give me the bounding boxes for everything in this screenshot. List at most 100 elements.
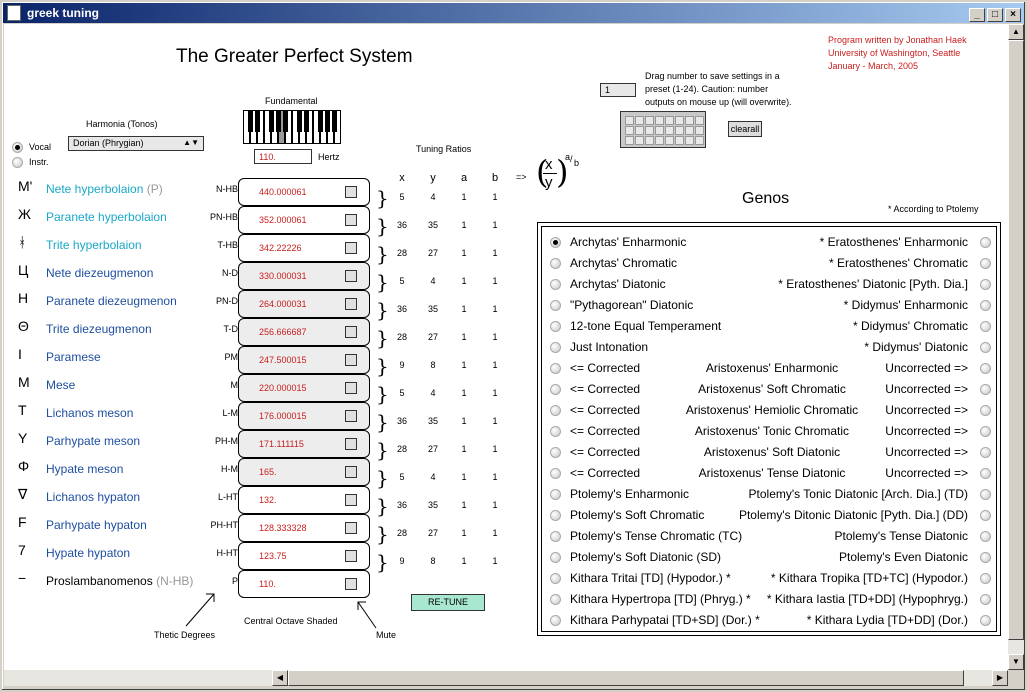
ratio-value[interactable]: 1 <box>454 388 474 398</box>
genos-radio-left[interactable] <box>550 237 561 248</box>
clearall-button[interactable]: clearall <box>728 121 762 137</box>
preset-grid[interactable] <box>620 111 706 148</box>
piano-keyboard[interactable] <box>243 110 341 144</box>
ratio-value[interactable]: 1 <box>485 500 505 510</box>
vertical-scrollbar[interactable]: ▲ ▼ <box>1008 24 1024 670</box>
fundamental-input[interactable]: 110. <box>254 149 312 164</box>
ratio-value[interactable]: 4 <box>423 192 443 202</box>
genos-radio-left[interactable] <box>550 468 561 479</box>
piano-black-key[interactable] <box>248 110 253 132</box>
preset-cell[interactable] <box>675 116 684 125</box>
preset-cell[interactable] <box>675 136 684 145</box>
genos-radio-left[interactable] <box>550 615 561 626</box>
ratio-value[interactable]: 4 <box>423 388 443 398</box>
ratio-value[interactable]: 4 <box>423 472 443 482</box>
piano-black-key[interactable] <box>269 110 274 132</box>
ratio-value[interactable]: 1 <box>485 276 505 286</box>
ratio-value[interactable]: 28 <box>392 444 412 454</box>
ratio-value[interactable]: 1 <box>454 192 474 202</box>
genos-radio-left[interactable] <box>550 489 561 500</box>
ratio-value[interactable]: 27 <box>423 528 443 538</box>
genos-radio-right[interactable] <box>980 552 991 563</box>
preset-cell[interactable] <box>625 126 634 135</box>
genos-radio-left[interactable] <box>550 447 561 458</box>
preset-cell[interactable] <box>635 126 644 135</box>
piano-black-key[interactable] <box>332 110 337 132</box>
preset-cell[interactable] <box>665 116 674 125</box>
ratio-value[interactable]: 36 <box>392 220 412 230</box>
horizontal-scroll-thumb[interactable] <box>288 670 964 686</box>
preset-cell[interactable] <box>645 126 654 135</box>
ratio-value[interactable]: 1 <box>485 332 505 342</box>
genos-radio-left[interactable] <box>550 258 561 269</box>
preset-cell[interactable] <box>695 126 704 135</box>
genos-radio-right[interactable] <box>980 447 991 458</box>
genos-radio-right[interactable] <box>980 594 991 605</box>
ratio-value[interactable]: 5 <box>392 192 412 202</box>
ratio-value[interactable]: 27 <box>423 444 443 454</box>
genos-radio-right[interactable] <box>980 426 991 437</box>
piano-black-key[interactable] <box>304 110 309 132</box>
ratio-value[interactable]: 1 <box>454 444 474 454</box>
ratio-value[interactable]: 1 <box>485 220 505 230</box>
instr-radio[interactable] <box>12 157 23 168</box>
ratio-value[interactable]: 5 <box>392 472 412 482</box>
ratio-value[interactable]: 1 <box>454 416 474 426</box>
piano-black-key[interactable] <box>325 110 330 132</box>
scroll-up-button[interactable]: ▲ <box>1008 24 1024 40</box>
ratio-value[interactable]: 1 <box>454 332 474 342</box>
ratio-value[interactable]: 27 <box>423 248 443 258</box>
genos-radio-left[interactable] <box>550 552 561 563</box>
ratio-value[interactable]: 1 <box>485 556 505 566</box>
genos-radio-right[interactable] <box>980 258 991 269</box>
ratio-value[interactable]: 1 <box>454 528 474 538</box>
ratio-value[interactable]: 1 <box>485 416 505 426</box>
ratio-value[interactable]: 28 <box>392 528 412 538</box>
ratio-value[interactable]: 8 <box>423 360 443 370</box>
genos-radio-left[interactable] <box>550 300 561 311</box>
ratio-value[interactable]: 9 <box>392 360 412 370</box>
piano-black-key[interactable] <box>283 110 288 132</box>
genos-radio-right[interactable] <box>980 384 991 395</box>
preset-cell[interactable] <box>665 136 674 145</box>
preset-cell[interactable] <box>665 126 674 135</box>
genos-radio-right[interactable] <box>980 363 991 374</box>
ratio-value[interactable]: 5 <box>392 388 412 398</box>
ratio-value[interactable]: 9 <box>392 556 412 566</box>
ratio-value[interactable]: 1 <box>485 388 505 398</box>
ratio-value[interactable]: 36 <box>392 304 412 314</box>
ratio-value[interactable]: 27 <box>423 332 443 342</box>
ratio-value[interactable]: 1 <box>485 472 505 482</box>
horizontal-scrollbar[interactable]: ◀ ▶ <box>4 670 1008 686</box>
ratio-value[interactable]: 1 <box>485 192 505 202</box>
preset-cell[interactable] <box>685 126 694 135</box>
preset-cell[interactable] <box>675 126 684 135</box>
title-bar[interactable]: greek tuning _ □ × <box>3 3 1024 23</box>
genos-radio-left[interactable] <box>550 363 561 374</box>
genos-radio-right[interactable] <box>980 615 991 626</box>
ratio-value[interactable]: 1 <box>454 500 474 510</box>
ratio-value[interactable]: 1 <box>454 248 474 258</box>
ratio-value[interactable]: 1 <box>454 276 474 286</box>
genos-radio-left[interactable] <box>550 342 561 353</box>
close-button[interactable]: × <box>1005 8 1021 22</box>
genos-radio-left[interactable] <box>550 321 561 332</box>
ratio-value[interactable]: 5 <box>392 276 412 286</box>
genos-radio-right[interactable] <box>980 531 991 542</box>
piano-black-key[interactable] <box>255 110 260 132</box>
genos-radio-left[interactable] <box>550 279 561 290</box>
genos-radio-right[interactable] <box>980 321 991 332</box>
ratio-value[interactable]: 35 <box>423 304 443 314</box>
ratio-value[interactable]: 35 <box>423 416 443 426</box>
genos-radio-right[interactable] <box>980 468 991 479</box>
genos-radio-right[interactable] <box>980 237 991 248</box>
ratio-value[interactable]: 36 <box>392 500 412 510</box>
preset-cell[interactable] <box>655 126 664 135</box>
ratio-value[interactable]: 1 <box>485 360 505 370</box>
ratio-value[interactable]: 1 <box>454 304 474 314</box>
preset-cell[interactable] <box>695 136 704 145</box>
preset-cell[interactable] <box>655 136 664 145</box>
genos-radio-left[interactable] <box>550 573 561 584</box>
ratio-value[interactable]: 1 <box>485 528 505 538</box>
preset-cell[interactable] <box>625 116 634 125</box>
